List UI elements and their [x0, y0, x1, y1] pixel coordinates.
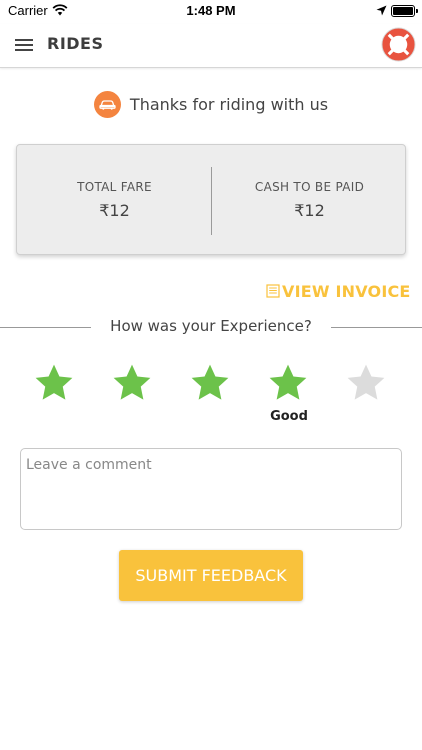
total-fare-label: TOTAL FARE [77, 180, 152, 194]
cash-to-pay-value: ₹12 [294, 201, 325, 220]
fare-summary-card: TOTAL FARE ₹12 CASH TO BE PAID ₹12 [16, 144, 406, 255]
thanks-row: Thanks for riding with us [0, 90, 422, 118]
star-3-icon[interactable] [189, 362, 231, 404]
experience-divider-left [0, 327, 91, 328]
submit-feedback-button[interactable]: SUBMIT FEEDBACK [119, 550, 303, 601]
hamburger-menu-icon[interactable] [15, 39, 33, 53]
battery-icon [391, 5, 418, 17]
lifebuoy-icon[interactable] [381, 27, 416, 62]
star-2-icon[interactable] [111, 362, 153, 404]
experience-divider-right [331, 327, 422, 328]
cash-to-pay-section: CASH TO BE PAID ₹12 [212, 180, 407, 220]
clock-time: 1:48 PM [186, 3, 236, 18]
experience-question: How was your Experience? [110, 317, 312, 335]
rating-label: Good [270, 409, 308, 424]
comment-input[interactable] [20, 448, 402, 530]
location-arrow-icon [376, 5, 387, 16]
cash-to-pay-label: CASH TO BE PAID [254, 180, 365, 194]
nav-bar: RIDES [0, 24, 422, 68]
total-fare-section: TOTAL FARE ₹12 [17, 180, 212, 220]
car-icon [93, 90, 121, 118]
view-invoice-link[interactable]: VIEW INVOICE [266, 280, 411, 302]
star-1-icon[interactable] [33, 362, 75, 404]
view-invoice-label: VIEW INVOICE [282, 281, 411, 301]
thanks-message: Thanks for riding with us [129, 94, 329, 114]
star-5-icon[interactable] [345, 362, 387, 404]
total-fare-value: ₹12 [99, 201, 130, 220]
star-4-icon[interactable] [267, 362, 309, 404]
page-title: RIDES [47, 34, 104, 53]
status-bar: Carrier 1:48 PM [0, 0, 422, 24]
invoice-document-icon [266, 284, 280, 298]
